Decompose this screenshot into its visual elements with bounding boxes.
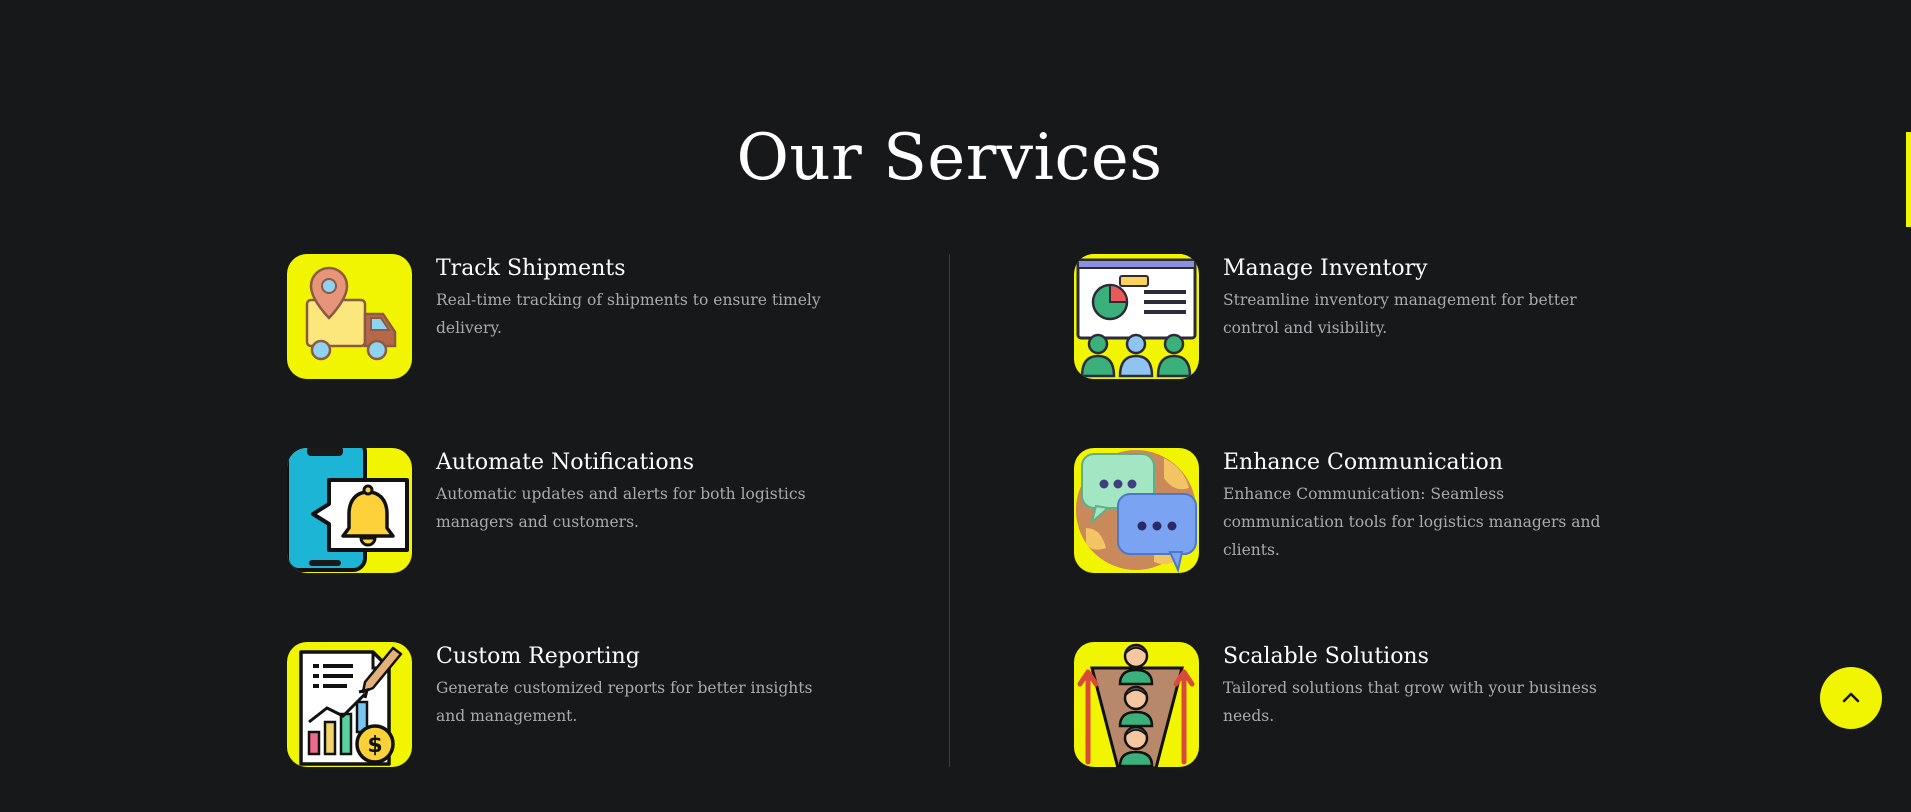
report-chart-dollar-icon: $ [287, 642, 412, 767]
service-title: Scalable Solutions [1223, 644, 1429, 669]
people-growth-funnel-icon [1074, 642, 1199, 767]
phone-bell-notification-icon [287, 448, 412, 573]
back-to-top-button[interactable] [1820, 667, 1882, 729]
service-title: Custom Reporting [436, 644, 640, 669]
service-scalable-solutions: Scalable Solutions Tailored solutions th… [1074, 642, 1674, 768]
svg-text:$: $ [367, 733, 382, 758]
chat-bubbles-globe-icon [1074, 448, 1199, 573]
chevron-up-icon [1842, 692, 1860, 703]
service-description: Streamline inventory management for bett… [1223, 291, 1577, 337]
service-title: Automate Notifications [436, 450, 695, 475]
service-manage-inventory: Manage Inventory Streamline inventory ma… [1074, 254, 1674, 380]
service-title: Enhance Communication [1223, 450, 1503, 475]
service-enhance-communication: Enhance Communication Enhance Communicat… [1074, 448, 1674, 574]
presentation-team-icon [1074, 254, 1199, 379]
service-title: Track Shipments [436, 256, 626, 281]
service-description: Real-time tracking of shipments to ensur… [436, 291, 821, 337]
service-custom-reporting: $ Custom Reporting Generate customized r… [287, 642, 887, 768]
service-description: Generate customized reports for better i… [436, 679, 813, 725]
service-description: Enhance Communication: Seamless communic… [1223, 485, 1601, 559]
scroll-indicator [1906, 132, 1911, 227]
section-title: Our Services [736, 121, 1163, 195]
service-automate-notifications: Automate Notifications Automatic updates… [287, 448, 887, 574]
service-description: Automatic updates and alerts for both lo… [436, 485, 806, 531]
delivery-truck-location-icon [287, 254, 412, 379]
service-track-shipments: Track Shipments Real-time tracking of sh… [287, 254, 887, 380]
service-title: Manage Inventory [1223, 256, 1428, 281]
service-description: Tailored solutions that grow with your b… [1223, 679, 1597, 725]
column-divider [949, 254, 950, 767]
